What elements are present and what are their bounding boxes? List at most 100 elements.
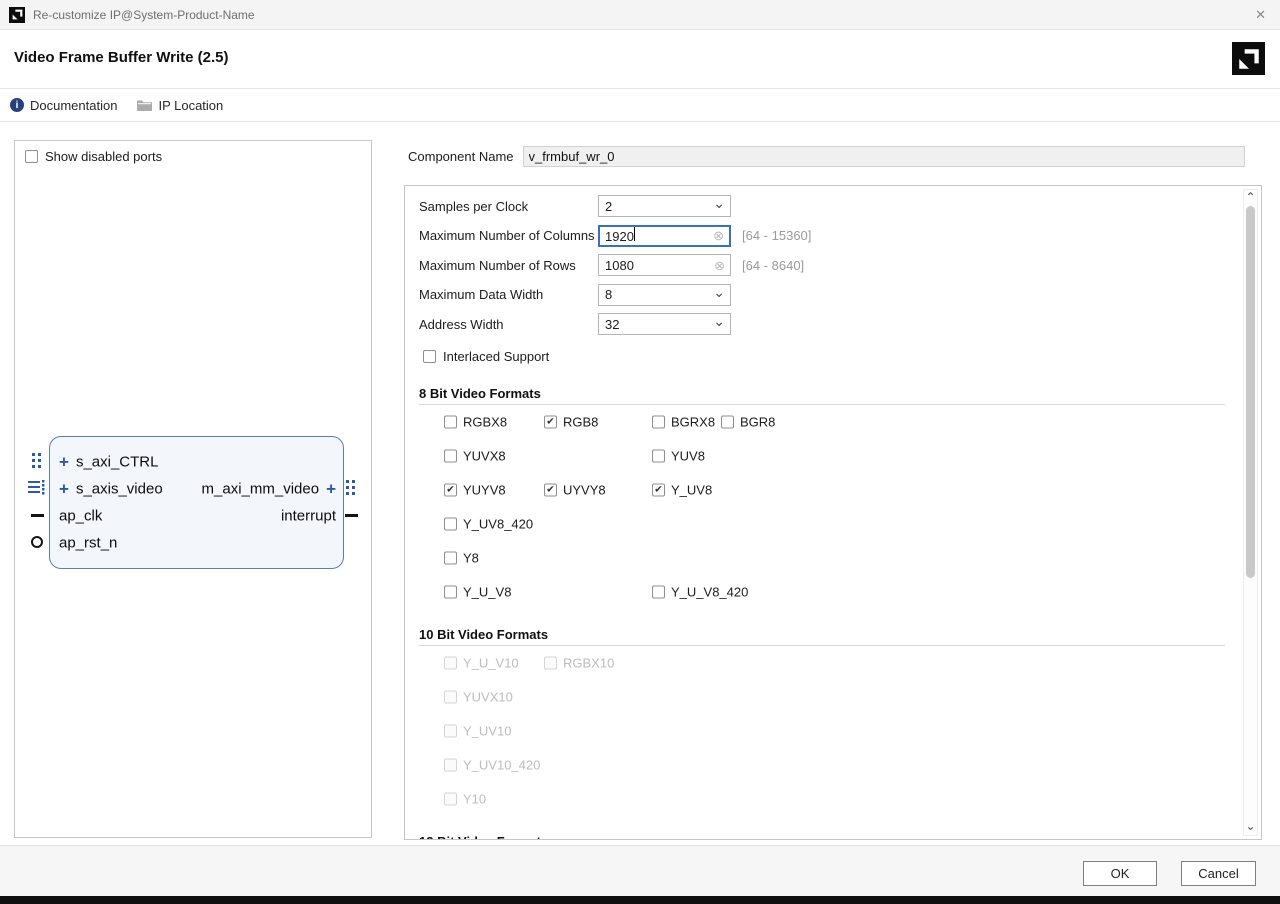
close-icon[interactable]: ✕ — [1255, 7, 1266, 23]
stream-connector-icon — [28, 479, 45, 500]
checkbox — [423, 350, 436, 363]
section-title-8-bit-video-formats: 8 Bit Video Formats — [419, 386, 541, 401]
scrollbar-thumb[interactable] — [1246, 206, 1255, 578]
checkbox-label: Y_UV10_420 — [463, 758, 540, 773]
show-disabled-ports-checkbox[interactable]: Show disabled ports — [25, 149, 162, 164]
info-icon: i — [10, 98, 24, 112]
checkbox: ✔ — [544, 416, 557, 429]
checkbox-label: Y_UV10 — [463, 724, 511, 739]
scrollbar[interactable]: ⌃ ⌄ — [1243, 189, 1258, 836]
chevron-down-icon: ⌄ — [713, 314, 725, 328]
port-label-left: ap_rst_n — [59, 534, 117, 551]
format-row: Y_UV8_420 — [419, 507, 1225, 541]
checkbox-label: YUYV8 — [463, 483, 506, 498]
ip-location-link[interactable]: IP Location — [137, 98, 223, 113]
form-row-maximum-number-of-rows: Maximum Number of Rows1080⊗[64 - 8640] — [419, 254, 804, 276]
checkbox-label: Y_U_V10 — [463, 656, 519, 671]
checkbox-label: YUV8 — [671, 449, 705, 464]
checkbox-label: BGRX8 — [671, 415, 715, 430]
checkbox-y8[interactable]: Y8 — [444, 551, 479, 566]
checkbox-y-u-v10: Y_U_V10 — [444, 656, 519, 671]
field-label: Address Width — [419, 317, 598, 332]
checkbox-y-u-v8-420[interactable]: Y_U_V8_420 — [652, 585, 748, 600]
checkbox-y-uv8-420[interactable]: Y_UV8_420 — [444, 517, 533, 532]
toolbar: i Documentation IP Location — [0, 89, 1280, 122]
selected-value: 2 — [605, 199, 713, 214]
plus-icon: + — [59, 453, 69, 470]
format-row: RGBX8 ✔RGB8 BGRX8 BGR8 — [419, 405, 1225, 439]
interlaced-support-checkbox[interactable]: Interlaced Support — [423, 349, 549, 364]
checkbox — [444, 586, 457, 599]
checkbox — [444, 416, 457, 429]
field-label: Maximum Data Width — [419, 287, 598, 302]
checkbox-y-u-v8[interactable]: Y_U_V8 — [444, 585, 511, 600]
input-value: 1080 — [605, 258, 710, 273]
checkbox-label: RGBX10 — [563, 656, 614, 671]
chevron-down-icon: ⌄ — [713, 196, 725, 210]
plus-icon: + — [59, 480, 69, 497]
checkbox-label: Y_UV8 — [671, 483, 712, 498]
checkbox-uyvy8[interactable]: ✔UYVY8 — [544, 483, 606, 498]
port-label-right: interrupt — [281, 507, 336, 524]
component-name-input[interactable] — [523, 146, 1245, 167]
maximum-number-of-columns-input[interactable]: 1920 ⊗ — [598, 225, 731, 247]
checkbox-y-uv10: Y_UV10 — [444, 724, 511, 739]
dialog-header: Video Frame Buffer Write (2.5) — [0, 31, 1280, 89]
format-row: Y_U_V8 Y_U_V8_420 — [419, 575, 1225, 609]
checkbox — [444, 657, 457, 670]
port-row: ap_clkinterrupt — [50, 502, 343, 529]
form-row-address-width: Address Width32⌄ — [419, 313, 731, 335]
selected-value: 8 — [605, 287, 713, 302]
checkbox — [444, 691, 457, 704]
checkbox-yuv8[interactable]: YUV8 — [652, 449, 705, 464]
field-label: Maximum Number of Rows — [419, 258, 598, 273]
port-row: +s_axi_CTRL — [50, 448, 343, 475]
input-text-wrap: 1920 — [605, 227, 709, 244]
ip-block[interactable]: +s_axi_CTRL+s_axis_videom_axi_mm_video+a… — [49, 436, 344, 569]
checkbox-yuvx8[interactable]: YUVX8 — [444, 449, 506, 464]
checkbox-rgbx8[interactable]: RGBX8 — [444, 415, 507, 430]
checkbox-label: RGBX8 — [463, 415, 507, 430]
page-title: Video Frame Buffer Write (2.5) — [14, 49, 229, 66]
checkbox: ✔ — [444, 484, 457, 497]
checkbox-bgr8[interactable]: BGR8 — [721, 415, 775, 430]
documentation-link[interactable]: i Documentation — [10, 98, 117, 113]
bottom-strip — [0, 896, 1280, 904]
amd-arrow-glyph — [1236, 46, 1262, 72]
address-width-select[interactable]: 32⌄ — [598, 313, 731, 335]
checkbox — [652, 416, 665, 429]
checkbox-y-uv8[interactable]: ✔ Y_UV8 — [652, 483, 712, 498]
plus-icon: + — [326, 480, 336, 497]
ok-button[interactable]: OK — [1083, 861, 1157, 886]
scroll-up-icon[interactable]: ⌃ — [1244, 192, 1257, 204]
folder-icon — [137, 99, 152, 111]
maximum-data-width-select[interactable]: 8⌄ — [598, 284, 731, 306]
section-title-10-bit-video-formats: 10 Bit Video Formats — [419, 627, 548, 642]
port-label-left: +s_axis_video — [59, 480, 163, 497]
format-row: YUVX8 YUV8 — [419, 439, 1225, 473]
checkbox — [652, 586, 665, 599]
format-row: Y8 — [419, 541, 1225, 575]
documentation-label: Documentation — [30, 98, 117, 113]
field-label: Maximum Number of Columns — [419, 228, 598, 243]
maximum-number-of-rows-input[interactable]: 1080⊗ — [598, 254, 731, 276]
amd-logo-icon — [9, 7, 25, 23]
scroll-down-icon[interactable]: ⌄ — [1244, 821, 1257, 833]
wire-connector-icon — [345, 514, 358, 517]
checkbox-rgb8[interactable]: ✔RGB8 — [544, 415, 598, 430]
checkbox-bgrx8[interactable]: BGRX8 — [652, 415, 715, 430]
cancel-button[interactable]: Cancel — [1181, 861, 1256, 886]
component-name-label: Component Name — [408, 149, 514, 164]
checkbox: ✔ — [544, 484, 557, 497]
samples-per-clock-select[interactable]: 2⌄ — [598, 195, 731, 217]
chevron-down-icon: ⌄ — [713, 285, 725, 299]
selected-value: 32 — [605, 317, 713, 332]
clipped-section-title: 12 Bit Video Formats — [419, 834, 548, 840]
clear-icon: ⊗ — [713, 229, 724, 242]
checkbox — [721, 416, 734, 429]
wire-connector-icon — [31, 514, 44, 517]
checkbox-yuyv8[interactable]: ✔ YUYV8 — [444, 483, 506, 498]
checkbox: ✔ — [652, 484, 665, 497]
format-row: Y_UV10 — [419, 714, 1225, 748]
dialog-footer: OK Cancel — [0, 845, 1280, 897]
